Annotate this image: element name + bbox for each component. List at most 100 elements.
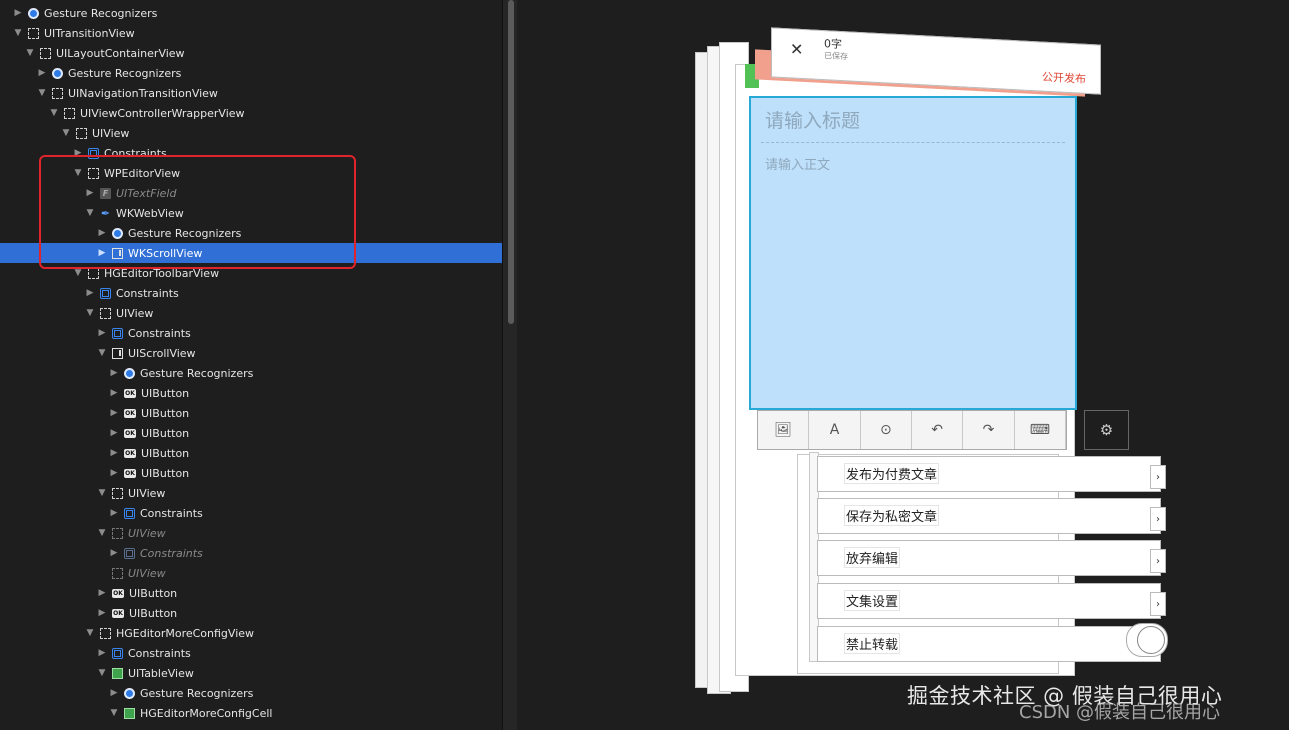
outline-row[interactable]: ▶ Gesture Recognizers <box>0 363 502 383</box>
wk-scroll-view-highlight[interactable]: 请输入标题 请输入正文 <box>749 96 1077 410</box>
outline-row[interactable]: ▼ UITableView <box>0 663 502 683</box>
menu-row[interactable]: 放弃编辑 › <box>817 540 1166 576</box>
disclosure-expanded-icon[interactable]: ▼ <box>84 627 96 639</box>
menu-row[interactable]: 保存为私密文章 › <box>817 498 1166 534</box>
gear-icon[interactable]: ⚙ <box>1084 410 1129 450</box>
disclosure-collapsed-icon[interactable]: ▶ <box>108 687 120 699</box>
menu-row[interactable]: 发布为付费文章 › <box>817 456 1166 492</box>
disclosure-expanded-icon[interactable]: ▼ <box>96 527 108 539</box>
disclosure-collapsed-icon[interactable]: ▶ <box>96 647 108 659</box>
outline-row[interactable]: ▶ OK UIButton <box>0 383 502 403</box>
disclosure-expanded-icon[interactable]: ▼ <box>72 267 84 279</box>
table-view-icon <box>112 667 123 679</box>
outline-row[interactable]: ▶ Gesture Recognizers <box>0 683 502 703</box>
title-divider <box>761 142 1065 143</box>
disclosure-collapsed-icon[interactable]: ▶ <box>84 187 96 199</box>
outline-row[interactable]: ▶ OK UIButton <box>0 403 502 423</box>
keyboard-icon[interactable]: ⌨ <box>1015 411 1066 449</box>
outline-row[interactable]: ▼ UIView <box>0 123 502 143</box>
outline-row[interactable]: ▶ Gesture Recognizers <box>0 223 502 243</box>
publish-button[interactable]: 公开发布 <box>1042 69 1086 87</box>
outline-row[interactable]: ▶ Gesture Recognizers <box>0 63 502 83</box>
outline-row[interactable]: ▶ Constraints <box>0 283 502 303</box>
disclosure-expanded-icon[interactable]: ▼ <box>108 707 120 719</box>
disclosure-collapsed-icon[interactable]: ▶ <box>108 547 120 559</box>
more-icon[interactable]: ⊙ <box>861 411 912 449</box>
menu-row[interactable]: 文集设置 › <box>817 583 1166 619</box>
outline-scrollbar[interactable] <box>508 0 514 324</box>
outline-row[interactable]: ▼ UITransitionView <box>0 23 502 43</box>
outline-row[interactable]: ▼ UIScrollView <box>0 343 502 363</box>
outline-row[interactable]: ▶ OK UIButton <box>0 423 502 443</box>
outline-row[interactable]: ▶ Constraints <box>0 143 502 163</box>
disclosure-collapsed-icon[interactable]: ▶ <box>108 507 120 519</box>
disclosure-collapsed-icon[interactable]: ▶ <box>108 447 120 459</box>
outline-row[interactable]: ▼ UIView <box>0 523 502 543</box>
outline-row[interactable]: ▼ WPEditorView <box>0 163 502 183</box>
disclosure-collapsed-icon[interactable]: ▶ <box>108 427 120 439</box>
disclosure-expanded-icon[interactable]: ▼ <box>96 667 108 679</box>
disclosure-collapsed-icon[interactable]: ▶ <box>108 367 120 379</box>
outline-row[interactable]: ▼ HGEditorMoreConfigCell <box>0 703 502 723</box>
outline-row[interactable]: ▼ UIViewControllerWrapperView <box>0 103 502 123</box>
disclosure-collapsed-icon[interactable]: ▶ <box>12 7 24 19</box>
outline-row[interactable]: ▼ ✒ WKWebView <box>0 203 502 223</box>
disclosure-expanded-icon[interactable]: ▼ <box>96 487 108 499</box>
disclosure-expanded-icon[interactable]: ▼ <box>84 207 96 219</box>
outline-row[interactable]: ▼ HGEditorMoreConfigView <box>0 623 502 643</box>
disclosure-collapsed-icon[interactable]: ▶ <box>36 67 48 79</box>
chevron-right-icon: › <box>1150 592 1166 616</box>
outline-row[interactable]: ▶ OK UIButton <box>0 603 502 623</box>
disclosure-collapsed-icon[interactable]: ▶ <box>72 147 84 159</box>
outline-row[interactable]: ▶ Constraints <box>0 543 502 563</box>
view-icon <box>88 167 99 179</box>
disclosure-collapsed-icon[interactable]: ▶ <box>96 327 108 339</box>
view-debugger-3d-canvas[interactable]: ✕ 0字 已保存 公开发布 请输入标题 请输入正文 🖼 A ⊙ ↶ ↷ ⌨ ⚙ … <box>517 0 1289 730</box>
font-icon[interactable]: A <box>809 411 861 449</box>
disclosure-expanded-icon[interactable]: ▼ <box>12 27 24 39</box>
outline-row[interactable]: ▶ F UITextField <box>0 183 502 203</box>
disclosure-expanded-icon[interactable]: ▼ <box>36 87 48 99</box>
menu-row[interactable]: 禁止转载 <box>817 623 1168 662</box>
undo-icon[interactable]: ↶ <box>912 411 964 449</box>
disclosure-expanded-icon[interactable]: ▼ <box>84 307 96 319</box>
outline-row[interactable]: ▶ Constraints <box>0 503 502 523</box>
disclosure-collapsed-icon[interactable]: ▶ <box>96 607 108 619</box>
disclosure-expanded-icon[interactable]: ▼ <box>60 127 72 139</box>
view-icon <box>76 127 87 139</box>
disclosure-collapsed-icon[interactable]: ▶ <box>108 387 120 399</box>
outline-row[interactable]: ▼ HGEditorToolbarView <box>0 263 502 283</box>
disclosure-expanded-icon[interactable]: ▼ <box>24 47 36 59</box>
outline-row[interactable]: ▶ Gesture Recognizers <box>0 3 502 23</box>
disclosure-expanded-icon[interactable]: ▼ <box>48 107 60 119</box>
outline-row[interactable]: ▶ WKScrollView <box>0 243 502 263</box>
image-icon[interactable]: 🖼 <box>758 411 810 449</box>
outline-row[interactable]: ▼ UILayoutContainerView <box>0 43 502 63</box>
close-icon[interactable]: ✕ <box>790 39 803 59</box>
outline-row[interactable]: ▼ UIView <box>0 303 502 323</box>
outline-row-label: UITransitionView <box>44 26 135 40</box>
disclosure-collapsed-icon[interactable]: ▶ <box>84 287 96 299</box>
outline-row[interactable]: ▼ UINavigationTransitionView <box>0 83 502 103</box>
redo-icon[interactable]: ↷ <box>963 411 1015 449</box>
outline-row[interactable]: ▼ UIView <box>0 483 502 503</box>
outline-row[interactable]: ▶ OK UIButton <box>0 463 502 483</box>
outline-row[interactable]: UIView <box>0 563 502 583</box>
disclosure-collapsed-icon[interactable]: ▶ <box>108 467 120 479</box>
disclosure-collapsed-icon[interactable]: ▶ <box>108 407 120 419</box>
title-placeholder[interactable]: 请输入标题 <box>765 106 860 133</box>
button-icon: OK <box>112 608 124 618</box>
body-placeholder[interactable]: 请输入正文 <box>765 154 830 173</box>
disclosure-collapsed-icon[interactable]: ▶ <box>96 227 108 239</box>
outline-row[interactable]: ▶ Constraints <box>0 323 502 343</box>
disclosure-expanded-icon[interactable]: ▼ <box>96 347 108 359</box>
disclosure-collapsed-icon[interactable]: ▶ <box>96 247 108 259</box>
disclosure-expanded-icon[interactable]: ▼ <box>72 167 84 179</box>
outline-row[interactable]: ▶ OK UIButton <box>0 443 502 463</box>
outline-row[interactable]: ▶ OK UIButton <box>0 583 502 603</box>
toggle-switch[interactable] <box>1126 623 1168 657</box>
text-field-icon: F <box>100 187 111 199</box>
outline-row-label: UILayoutContainerView <box>56 46 185 60</box>
outline-row[interactable]: ▶ Constraints <box>0 643 502 663</box>
disclosure-collapsed-icon[interactable]: ▶ <box>96 587 108 599</box>
